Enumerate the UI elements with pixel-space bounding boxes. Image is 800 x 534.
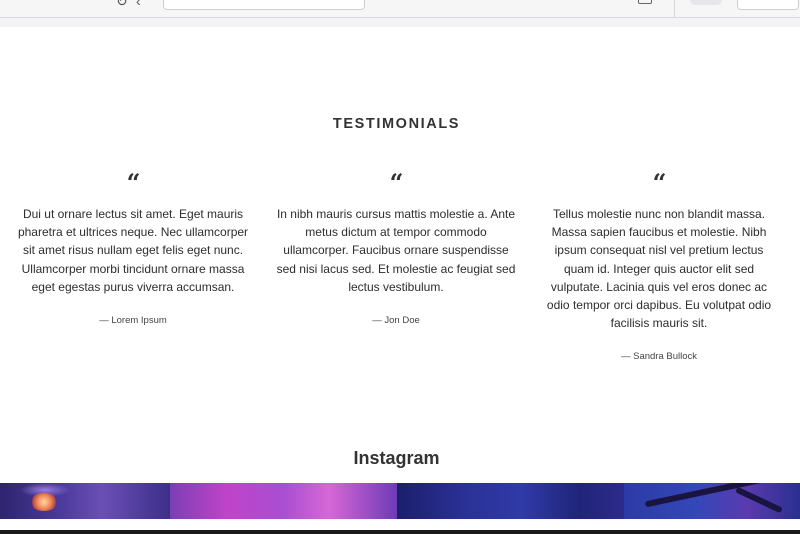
instagram-photo[interactable] [624, 483, 800, 519]
testimonial-card: “ Tellus molestie nunc non blandit massa… [539, 168, 779, 363]
ceiling-lamp-image [30, 493, 58, 511]
toolbar-shadow [0, 18, 800, 27]
testimonial-author: — Sandra Bullock [620, 351, 698, 363]
reload-icon[interactable]: ↻ [116, 0, 128, 8]
instagram-photo[interactable] [0, 483, 170, 519]
testimonial-author: — Jon Doe [372, 315, 420, 327]
instagram-heading: Instagram [353, 448, 440, 468]
share-icon[interactable] [638, 0, 652, 4]
toolbar-button[interactable] [737, 0, 799, 10]
quote-icon: “ [126, 168, 141, 197]
testimonial-text: Tellus molestie nunc non blandit massa. … [546, 207, 772, 331]
testimonials-heading: TESTIMONIALS [332, 116, 461, 132]
testimonial-card: “ Dui ut ornare lectus sit amet. Eget ma… [13, 168, 253, 327]
browser-toolbar: ↻ ‹ [0, 0, 800, 18]
quote-icon: “ [652, 168, 667, 197]
instagram-gallery [0, 483, 800, 519]
instagram-photo[interactable] [170, 483, 397, 519]
window-bottom-border [0, 530, 800, 534]
testimonial-text: In nibh mauris cursus mattis molestie a.… [276, 207, 516, 294]
back-icon[interactable]: ‹ [136, 0, 141, 8]
toolbar-pill[interactable] [690, 0, 722, 5]
ceiling-fan-image [735, 486, 783, 514]
quote-icon: “ [389, 168, 404, 197]
testimonial-author: — Lorem Ipsum [99, 315, 167, 327]
address-bar[interactable] [163, 0, 365, 10]
instagram-photo[interactable] [397, 483, 624, 519]
testimonial-card: “ In nibh mauris cursus mattis molestie … [276, 168, 516, 327]
toolbar-divider [674, 0, 675, 17]
testimonial-text: Dui ut ornare lectus sit amet. Eget maur… [17, 207, 249, 294]
